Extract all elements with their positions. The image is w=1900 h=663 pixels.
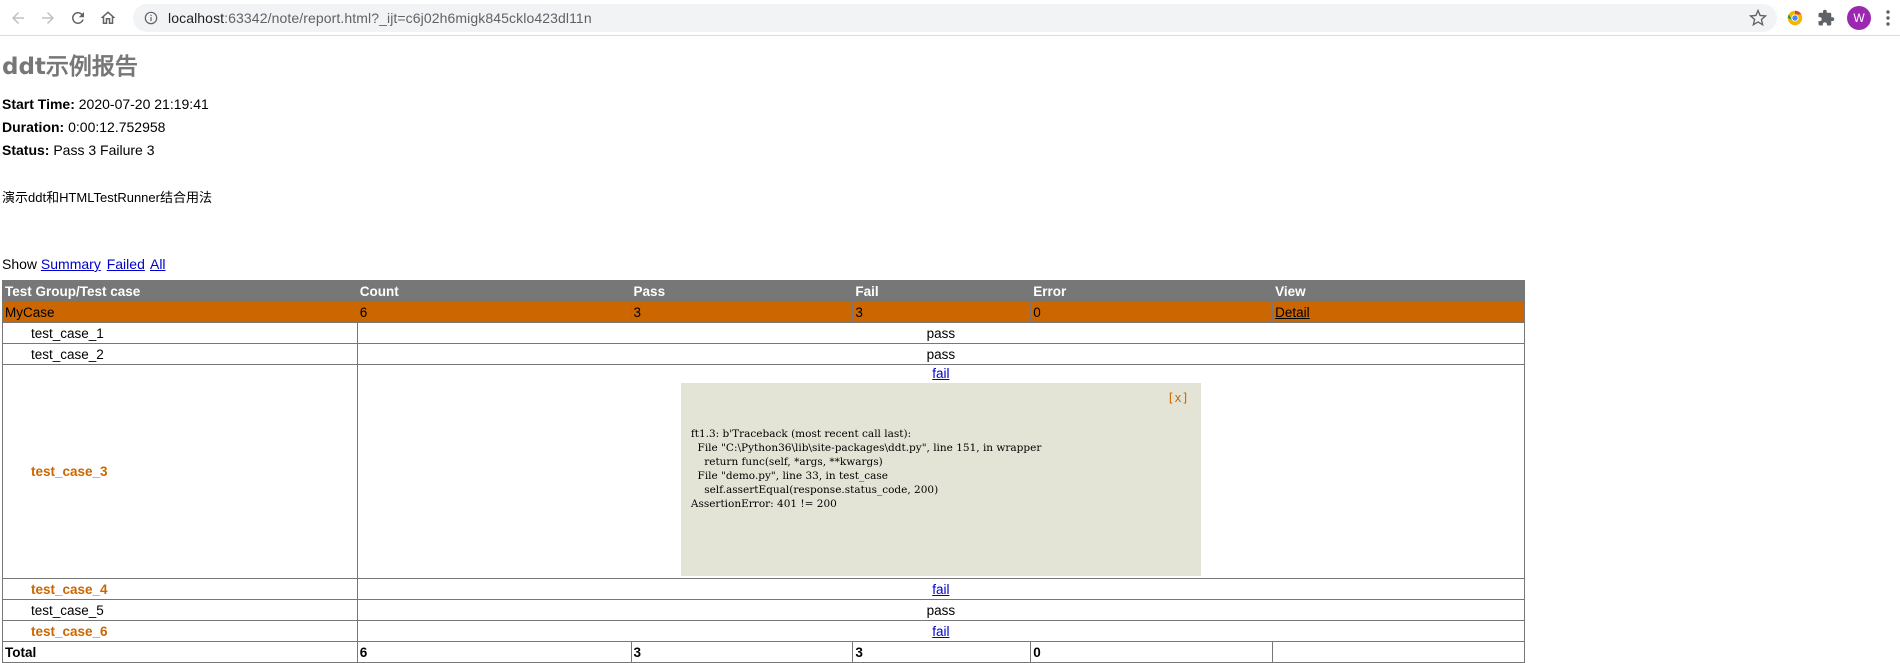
group-fail: 3 bbox=[852, 301, 1032, 323]
group-error: 0 bbox=[1030, 301, 1274, 323]
table-header-row: Test Group/Test case Count Pass Fail Err… bbox=[2, 280, 1525, 302]
group-count: 6 bbox=[356, 301, 632, 323]
group-pass: 3 bbox=[630, 301, 854, 323]
show-label: Show bbox=[2, 256, 38, 272]
result-table: Test Group/Test case Count Pass Fail Err… bbox=[2, 280, 1526, 663]
start-time: Start Time: 2020-07-20 21:19:41 bbox=[2, 93, 1900, 116]
header-view: View bbox=[1272, 280, 1525, 302]
detail-link[interactable]: Detail bbox=[1275, 305, 1310, 320]
table-row: test_case_3 fail [x] ft1.3: b'Traceback … bbox=[2, 364, 1526, 579]
browser-toolbar: localhost:63342/note/report.html?_ijt=c6… bbox=[0, 0, 1900, 36]
home-icon bbox=[100, 10, 116, 24]
status-label: Status: bbox=[2, 142, 50, 158]
profile-avatar[interactable]: W bbox=[1847, 6, 1871, 30]
case-status-cell: fail bbox=[356, 578, 1526, 600]
back-button[interactable] bbox=[4, 4, 32, 32]
traceback-text: ft1.3: b'Traceback (most recent call las… bbox=[690, 428, 1042, 510]
case-status: pass bbox=[356, 599, 1526, 621]
bookmark-star-icon[interactable] bbox=[1749, 9, 1767, 27]
total-row: Total 6 3 3 0 bbox=[2, 641, 1525, 663]
total-view bbox=[1272, 641, 1525, 663]
group-name: MyCase bbox=[2, 301, 358, 323]
fail-link[interactable]: fail bbox=[932, 366, 949, 381]
table-row: test_case_6 fail bbox=[2, 620, 1526, 642]
url-host: localhost bbox=[168, 10, 225, 26]
header-test-group: Test Group/Test case bbox=[2, 280, 358, 302]
total-fail: 3 bbox=[852, 641, 1032, 663]
case-status-cell: fail [x] ft1.3: b'Traceback (most recent… bbox=[356, 364, 1526, 579]
report-attributes: Start Time: 2020-07-20 21:19:41 Duration… bbox=[2, 93, 1900, 162]
show-failed-link[interactable]: Failed bbox=[107, 256, 145, 272]
show-filter: Show Summary Failed All bbox=[2, 256, 1900, 272]
reload-button[interactable] bbox=[64, 4, 92, 32]
group-row-mycase: MyCase 6 3 3 0 Detail bbox=[2, 301, 1525, 323]
case-status: pass bbox=[356, 343, 1526, 365]
start-time-label: Start Time: bbox=[2, 96, 75, 112]
total-count: 6 bbox=[356, 641, 632, 663]
case-name: test_case_3 bbox=[2, 364, 358, 579]
info-icon[interactable] bbox=[143, 10, 159, 26]
report-page: ddt示例报告 Start Time: 2020-07-20 21:19:41 … bbox=[0, 36, 1900, 663]
start-time-value: 2020-07-20 21:19:41 bbox=[78, 96, 209, 112]
case-name: test_case_6 bbox=[2, 620, 358, 642]
header-count: Count bbox=[356, 280, 632, 302]
home-button[interactable] bbox=[94, 4, 122, 32]
reload-icon bbox=[71, 11, 84, 24]
extensions-puzzle-icon[interactable] bbox=[1815, 7, 1837, 29]
close-traceback-button[interactable]: [x] bbox=[1167, 391, 1189, 405]
fail-link[interactable]: fail bbox=[932, 624, 949, 639]
duration-value: 0:00:12.752958 bbox=[68, 119, 166, 135]
arrow-left-icon bbox=[12, 11, 24, 24]
duration: Duration: 0:00:12.752958 bbox=[2, 116, 1900, 139]
url-path: :63342/note/report.html?_ijt=c6j02h6migk… bbox=[224, 10, 592, 26]
total-label: Total bbox=[2, 641, 358, 663]
group-view-cell: Detail bbox=[1272, 301, 1525, 323]
case-name: test_case_2 bbox=[2, 343, 358, 365]
show-summary-link[interactable]: Summary bbox=[41, 256, 101, 272]
case-status-cell: fail bbox=[356, 620, 1526, 642]
table-row: test_case_1 pass bbox=[2, 322, 1526, 344]
duration-label: Duration: bbox=[2, 119, 65, 135]
total-error: 0 bbox=[1030, 641, 1274, 663]
header-error: Error bbox=[1030, 280, 1274, 302]
case-name: test_case_5 bbox=[2, 599, 358, 621]
table-row: test_case_4 fail bbox=[2, 578, 1526, 600]
status-value: Pass 3 Failure 3 bbox=[53, 142, 155, 158]
more-menu-icon[interactable] bbox=[1884, 9, 1892, 27]
show-all-link[interactable]: All bbox=[150, 256, 166, 272]
traceback-popup: [x] ft1.3: b'Traceback (most recent call… bbox=[680, 383, 1201, 576]
case-status: pass bbox=[356, 322, 1526, 344]
url-text[interactable]: localhost:63342/note/report.html?_ijt=c6… bbox=[168, 10, 592, 26]
fail-link[interactable]: fail bbox=[932, 582, 949, 597]
total-pass: 3 bbox=[630, 641, 854, 663]
case-name: test_case_1 bbox=[2, 322, 358, 344]
address-bar[interactable]: localhost:63342/note/report.html?_ijt=c6… bbox=[133, 4, 1777, 32]
status: Status: Pass 3 Failure 3 bbox=[2, 139, 1900, 162]
forward-button[interactable] bbox=[34, 4, 62, 32]
table-row: test_case_5 pass bbox=[2, 599, 1526, 621]
header-pass: Pass bbox=[630, 280, 854, 302]
table-row: test_case_2 pass bbox=[2, 343, 1526, 365]
report-title: ddt示例报告 bbox=[2, 54, 138, 80]
case-name: test_case_4 bbox=[2, 578, 358, 600]
report-description: 演示ddt和HTMLTestRunner结合用法 bbox=[2, 190, 212, 205]
arrow-right-icon bbox=[42, 11, 54, 24]
header-fail: Fail bbox=[852, 280, 1032, 302]
extension-chrome-icon[interactable] bbox=[1784, 7, 1806, 29]
